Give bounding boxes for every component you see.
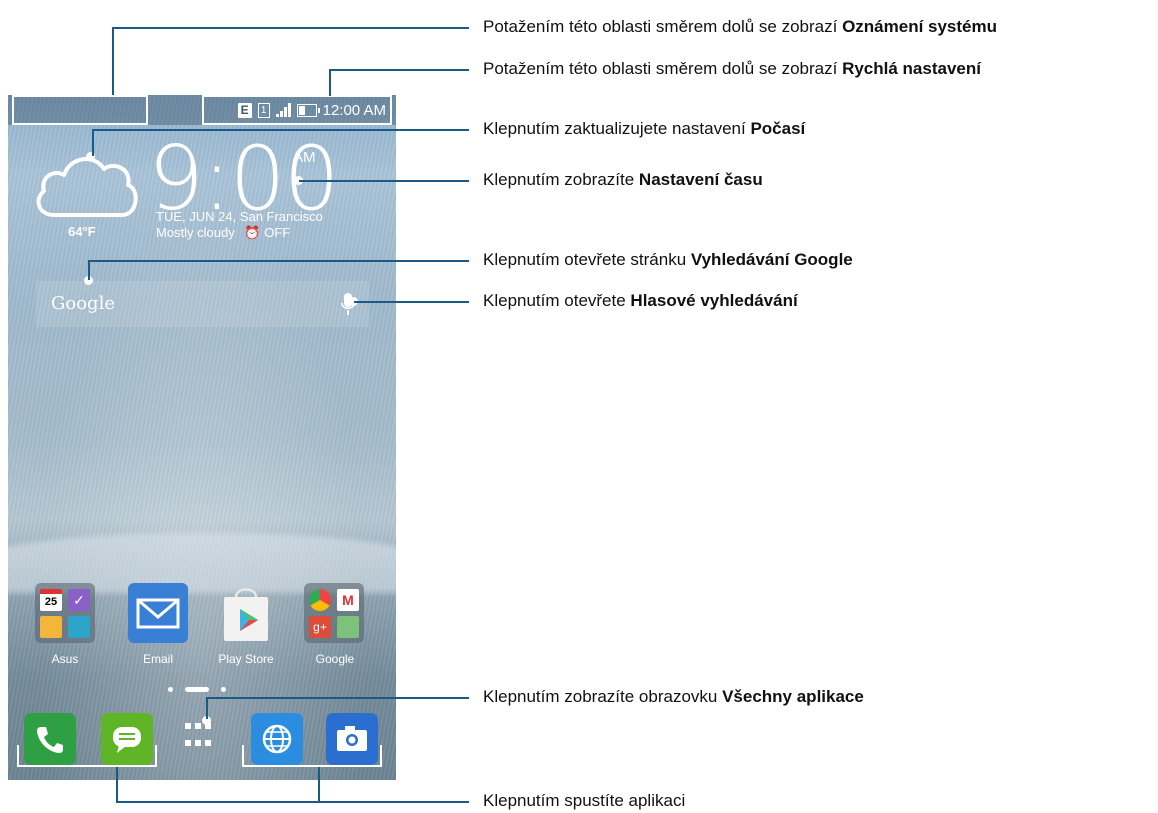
- callout-voice-search: Klepnutím otevřete Hlasové vyhledávání: [483, 291, 798, 310]
- callout-line-google-search: [88, 260, 90, 280]
- callout-line-voice-search: [354, 301, 469, 303]
- callout-line-weather: [92, 129, 469, 131]
- app-label-play-store: Play Store: [218, 652, 274, 666]
- maps-icon: [337, 616, 359, 638]
- dock-right-bracket: [242, 745, 382, 767]
- quick-settings-area-highlight[interactable]: [202, 95, 392, 125]
- weather-cloud-icon[interactable]: [32, 135, 142, 230]
- callout-line-notifications: [112, 27, 469, 29]
- contacts-icon: [68, 616, 90, 638]
- callout-line-launch-app: [116, 767, 118, 802]
- callout-line-notifications: [112, 27, 114, 95]
- play-store-icon: [224, 588, 268, 641]
- app-label-asus: Asus: [51, 652, 79, 666]
- google-search-bar[interactable]: Google: [36, 281, 369, 327]
- callout-line-quick-settings: [329, 69, 469, 71]
- callout-time: Klepnutím zobrazíte Nastavení času: [483, 170, 763, 189]
- page-indicator: [168, 687, 226, 692]
- notification-area-highlight[interactable]: [12, 95, 148, 125]
- weather-temperature[interactable]: 64°F: [68, 224, 96, 239]
- callout-line-launch-app: [318, 767, 320, 802]
- app-play-store[interactable]: [216, 583, 276, 643]
- app-label-email: Email: [142, 652, 173, 666]
- callout-weather: Klepnutím zaktualizujete nastavení Počas…: [483, 119, 806, 138]
- app-email[interactable]: [128, 583, 188, 643]
- alarm-icon: ⏰: [244, 225, 261, 240]
- home-screen: E 1 12:00 AM 64°F 9:00 AM TUE, JUN 24, S…: [8, 95, 396, 780]
- app-label-google: Google: [315, 652, 355, 666]
- callout-line-all-apps: [206, 697, 208, 719]
- chrome-icon: [309, 589, 331, 611]
- callout-launch-app: Klepnutím spustíte aplikaci: [483, 791, 686, 810]
- google-plus-icon: g+: [309, 616, 331, 638]
- callout-line-time: [299, 180, 469, 182]
- callout-notifications: Potažením této oblasti směrem dolů se zo…: [483, 17, 998, 36]
- dock-left-bracket: [17, 745, 157, 767]
- callout-google-search: Klepnutím otevřete stránku Vyhledávání G…: [483, 250, 853, 269]
- callout-line-quick-settings: [329, 69, 331, 96]
- tasks-icon: ✓: [68, 589, 90, 611]
- callout-line-launch-app: [116, 801, 469, 803]
- google-search-label[interactable]: Google: [51, 293, 115, 314]
- page-dot-active: [185, 687, 209, 692]
- callout-line-all-apps: [206, 697, 469, 699]
- callout-line-weather: [92, 129, 94, 156]
- calendar-icon: 25: [40, 589, 62, 611]
- weather-app-icon: [40, 616, 62, 638]
- weather-condition-line: Mostly cloudy ⏰ OFF: [156, 225, 290, 241]
- callout-line-google-search: [88, 260, 469, 262]
- callout-quick-settings: Potažením této oblasti směrem dolů se zo…: [483, 59, 981, 78]
- app-folder-google[interactable]: M g+: [304, 583, 364, 643]
- clock-date-location: TUE, JUN 24, San Francisco: [156, 209, 323, 224]
- envelope-icon: [136, 598, 180, 629]
- clock-ampm: AM: [293, 149, 316, 166]
- weather-condition: Mostly cloudy: [156, 225, 235, 240]
- app-folder-asus[interactable]: 25 ✓: [35, 583, 95, 643]
- callout-all-apps: Klepnutím zobrazíte obrazovku Všechny ap…: [483, 687, 864, 706]
- gmail-icon: M: [337, 589, 359, 611]
- alarm-status: OFF: [264, 225, 291, 240]
- page-dot: [168, 687, 173, 692]
- all-apps-icon[interactable]: [185, 723, 215, 753]
- page-dot: [221, 687, 226, 692]
